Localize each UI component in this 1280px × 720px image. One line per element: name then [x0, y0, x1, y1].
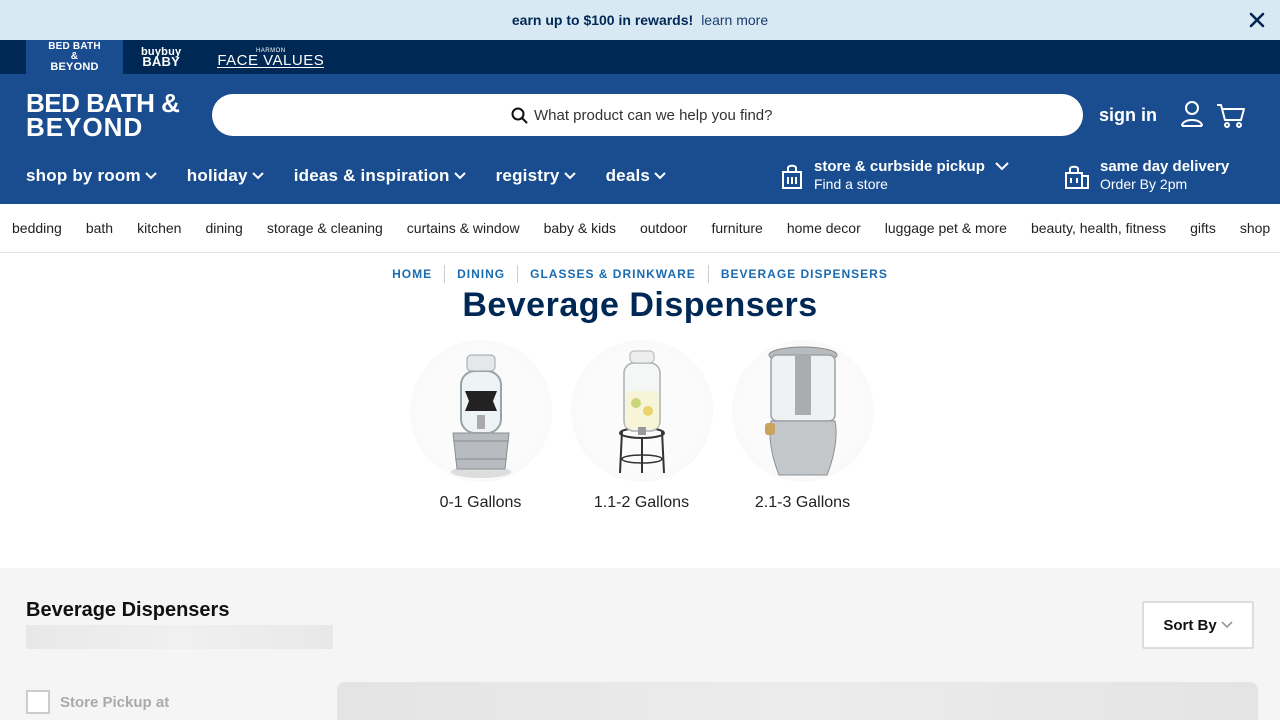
close-icon[interactable]	[1246, 9, 1268, 31]
promo-text: earn up to $100 in rewards!	[511, 12, 694, 28]
chevron-down-icon	[1221, 621, 1233, 629]
chevron-down-icon	[145, 172, 157, 180]
dispenser-image	[409, 340, 552, 482]
nav-label: ideas & inspiration	[293, 166, 450, 185]
category-strip: bedding bath kitchen dining storage & cl…	[0, 204, 1280, 253]
category-link[interactable]: dining	[205, 220, 242, 236]
breadcrumb-home[interactable]: HOME	[380, 265, 444, 283]
subcategory-label: 2.1-3 Gallons	[754, 494, 851, 511]
breadcrumb: HOME DINING GLASSES & DRINKWARE BEVERAGE…	[0, 265, 1280, 283]
breadcrumb-dining[interactable]: DINING	[444, 265, 517, 283]
chevron-down-icon	[654, 172, 666, 180]
store-pickup-label: Store Pickup at	[60, 693, 170, 711]
category-link[interactable]: kitchen	[137, 220, 181, 236]
user-icon[interactable]	[1180, 100, 1204, 128]
breadcrumb-glasses-drinkware[interactable]: GLASSES & DRINKWARE	[517, 265, 708, 283]
nav-label: shop by room	[26, 166, 141, 185]
search-icon	[511, 107, 528, 123]
sort-by-dropdown[interactable]: Sort By	[1142, 601, 1254, 649]
brand-baby-line2: BABY	[142, 54, 180, 69]
main-nav: shop by room holiday ideas & inspiration…	[26, 166, 696, 186]
brand-fv-main: FACE VALUES	[217, 52, 325, 69]
brand-tab-buybuy-baby[interactable]: buybuy BABY	[123, 40, 199, 74]
results-title: Beverage Dispensers	[26, 599, 230, 621]
store-pickup[interactable]: store & curbside pickup Find a store	[780, 158, 1009, 192]
subcategory-label: 0-1 Gallons	[439, 494, 522, 511]
chevron-down-icon	[453, 172, 466, 180]
subcategory-tiles: 0-1 Gallons 1.1-2 Gallons 2.1-3 Gallons	[400, 340, 883, 512]
subcategory-0-1-gallons[interactable]: 0-1 Gallons	[400, 340, 561, 512]
find-store-link[interactable]: Find a store	[814, 176, 1009, 192]
logo-line2: BEYOND	[26, 112, 144, 142]
results-section: Beverage Dispensers Sort By Store Pickup…	[0, 568, 1280, 720]
same-day-delivery-title: same day delivery	[1100, 158, 1230, 175]
nav-shop-by-room[interactable]: shop by room	[26, 166, 157, 186]
category-link[interactable]: furniture	[711, 220, 762, 236]
same-day-delivery-sub: Order By 2pm	[1100, 176, 1188, 192]
nav-label: registry	[495, 166, 560, 185]
promo-banner: earn up to $100 in rewards! learn more	[0, 0, 1280, 40]
chevron-down-icon	[563, 172, 576, 180]
category-link[interactable]: home decor	[787, 220, 861, 236]
category-link[interactable]: baby & kids	[544, 220, 616, 236]
nav-registry[interactable]: registry	[496, 166, 576, 186]
category-link[interactable]: outdoor	[640, 220, 687, 236]
nav-holiday[interactable]: holiday	[187, 166, 264, 186]
page-title: Beverage Dispensers	[462, 286, 818, 324]
breadcrumb-beverage-dispensers[interactable]: BEVERAGE DISPENSERS	[707, 265, 900, 283]
product-card-placeholder	[337, 682, 1258, 720]
subcategory-2-1-3-gallons[interactable]: 2.1-3 Gallons	[722, 340, 883, 512]
brand-tab-face-values[interactable]: HARMON FACE VALUES	[199, 40, 342, 74]
delivery-bag-icon	[1065, 165, 1089, 189]
store-pickup-title: store & curbside pickup	[814, 158, 985, 175]
cart-icon[interactable]	[1216, 103, 1246, 129]
subcategory-1-1-2-gallons[interactable]: 1.1-2 Gallons	[561, 340, 722, 512]
category-link[interactable]: bedding	[12, 220, 62, 236]
search-input[interactable]	[534, 106, 784, 124]
promo-learn-more-link[interactable]: learn more	[701, 12, 768, 28]
nav-label: deals	[605, 166, 651, 185]
dispenser-image	[731, 340, 874, 482]
category-link[interactable]: storage & cleaning	[267, 220, 383, 236]
category-link[interactable]: curtains & window	[407, 220, 520, 236]
category-link[interactable]: luggage pet & more	[885, 220, 1007, 236]
subcategory-label: 1.1-2 Gallons	[593, 494, 690, 511]
sort-by-label: Sort By	[1163, 616, 1217, 634]
category-link[interactable]: gifts	[1190, 220, 1216, 236]
main-header: BED BATH & BEYOND sign in shop by room h…	[0, 74, 1280, 204]
nav-deals[interactable]: deals	[606, 166, 666, 186]
store-pickup-checkbox[interactable]	[26, 690, 50, 714]
brand-bbb-line1: BED BATH &	[48, 41, 101, 62]
same-day-delivery[interactable]: same day delivery Order By 2pm	[1064, 158, 1229, 192]
store-pickup-filter: Store Pickup at	[26, 690, 169, 714]
brand-bar: BED BATH & BEYOND buybuy BABY HARMON FACE V…	[0, 40, 1280, 74]
chevron-down-icon	[995, 162, 1009, 171]
category-link[interactable]: shop	[1240, 220, 1270, 236]
brand-tab-bbb[interactable]: BED BATH & BEYOND	[26, 40, 123, 74]
sign-in-link[interactable]: sign in	[1099, 105, 1157, 126]
category-link[interactable]: beauty, health, fitness	[1031, 220, 1166, 236]
site-logo[interactable]: BED BATH & BEYOND	[26, 90, 180, 142]
brand-bbb-line2: BEYOND	[50, 61, 99, 73]
search-bar[interactable]	[212, 94, 1083, 136]
nav-label: holiday	[186, 166, 248, 185]
dispenser-image	[570, 340, 713, 482]
chevron-down-icon	[252, 172, 264, 180]
store-icon	[782, 164, 802, 189]
category-link[interactable]: bath	[86, 220, 113, 236]
loading-placeholder	[26, 625, 333, 649]
nav-ideas-inspiration[interactable]: ideas & inspiration	[294, 166, 466, 186]
